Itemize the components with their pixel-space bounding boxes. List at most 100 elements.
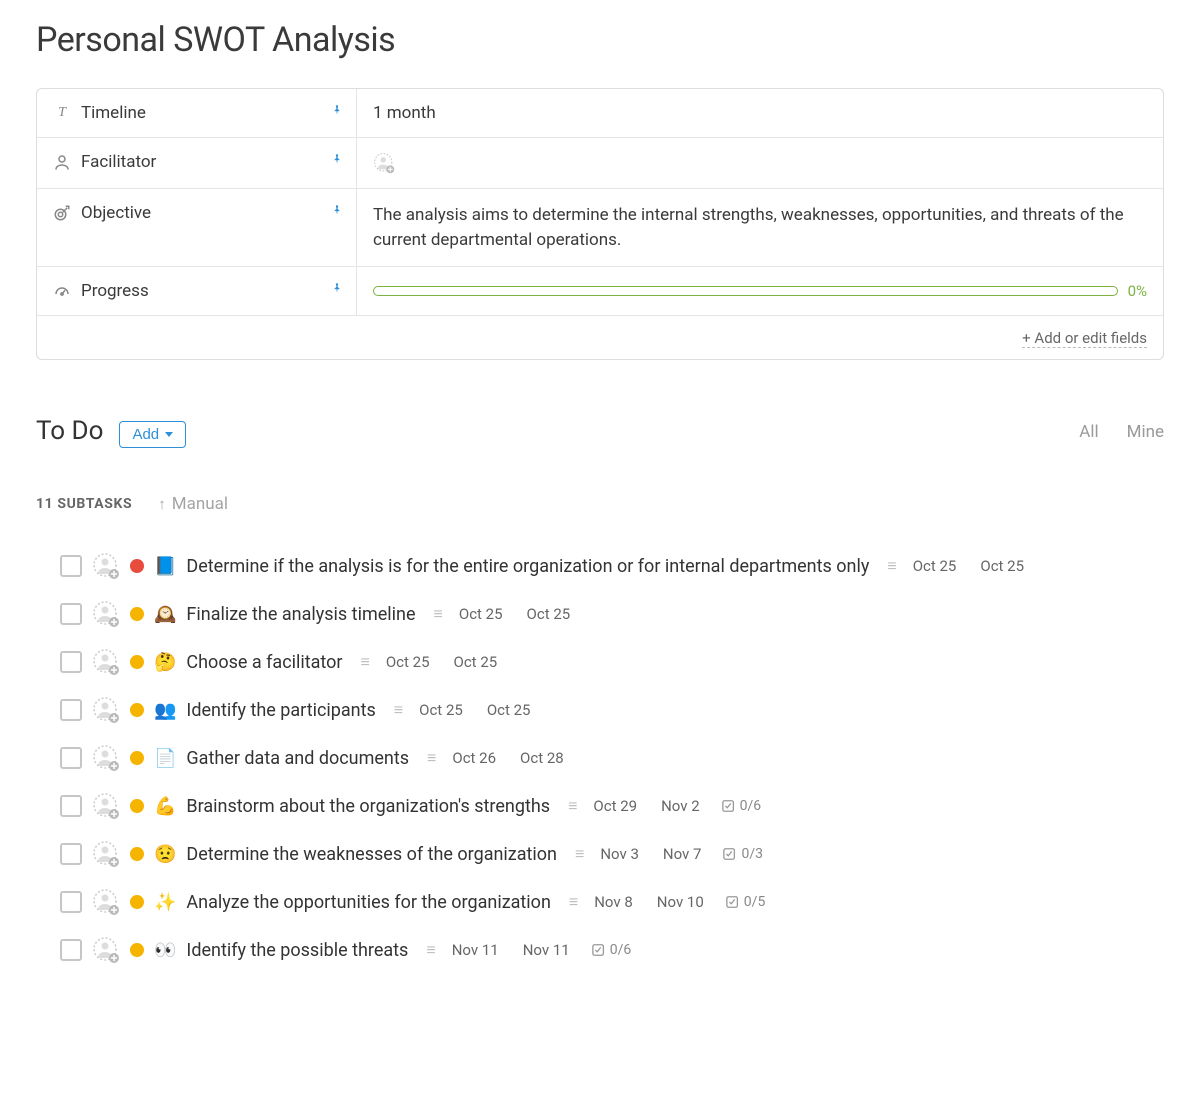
- assign-avatar-icon[interactable]: [92, 936, 120, 964]
- task-end-date[interactable]: Oct 25: [487, 701, 531, 719]
- task-checkbox[interactable]: [60, 795, 82, 817]
- pin-icon[interactable]: [330, 281, 344, 295]
- task-start-date[interactable]: Oct 25: [386, 653, 430, 671]
- task-start-date[interactable]: Nov 11: [452, 941, 499, 959]
- task-end-date[interactable]: Nov 7: [663, 845, 702, 863]
- progress-bar[interactable]: [373, 286, 1118, 296]
- task-start-date[interactable]: Nov 3: [600, 845, 639, 863]
- drag-handle-icon[interactable]: ≡: [361, 652, 368, 672]
- task-row[interactable]: 😟 Determine the weaknesses of the organiz…: [36, 830, 1164, 878]
- task-row[interactable]: 👀Identify the possible threats≡Nov 11Nov…: [36, 926, 1164, 974]
- priority-dot[interactable]: [130, 799, 144, 813]
- task-emoji: ✨: [154, 892, 176, 913]
- task-checkbox[interactable]: [60, 699, 82, 721]
- task-start-date[interactable]: Oct 26: [452, 749, 496, 767]
- checklist-count[interactable]: 0/5: [726, 894, 766, 910]
- task-title[interactable]: Finalize the analysis timeline: [186, 604, 415, 625]
- drag-handle-icon[interactable]: ≡: [568, 796, 575, 816]
- task-checkbox[interactable]: [60, 939, 82, 961]
- task-end-date[interactable]: Oct 28: [520, 749, 564, 767]
- task-end-date[interactable]: Oct 25: [454, 653, 498, 671]
- task-checkbox[interactable]: [60, 651, 82, 673]
- task-row[interactable]: 👥Identify the participants≡Oct 25Oct 25: [36, 686, 1164, 734]
- drag-handle-icon[interactable]: ≡: [575, 844, 582, 864]
- add-edit-fields-link[interactable]: + Add or edit fields: [1022, 329, 1147, 348]
- task-row[interactable]: 💪Brainstorm about the organization's str…: [36, 782, 1164, 830]
- task-checkbox[interactable]: [60, 603, 82, 625]
- priority-dot[interactable]: [130, 895, 144, 909]
- task-checkbox[interactable]: [60, 843, 82, 865]
- task-emoji: 😟: [154, 844, 176, 865]
- task-checkbox[interactable]: [60, 891, 82, 913]
- task-end-date[interactable]: Nov 10: [657, 893, 704, 911]
- checklist-count[interactable]: 0/6: [722, 798, 762, 814]
- drag-handle-icon[interactable]: ≡: [426, 940, 433, 960]
- drag-handle-icon[interactable]: ≡: [394, 700, 401, 720]
- priority-dot[interactable]: [130, 655, 144, 669]
- task-title[interactable]: Choose a facilitator: [186, 652, 342, 673]
- task-row[interactable]: 🤔Choose a facilitator≡Oct 25Oct 25: [36, 638, 1164, 686]
- task-title[interactable]: Determine the weaknesses of the organiza…: [186, 844, 557, 865]
- task-start-date[interactable]: Oct 25: [913, 557, 957, 575]
- task-title[interactable]: Analyze the opportunities for the organi…: [186, 892, 550, 913]
- task-row[interactable]: 📄Gather data and documents≡Oct 26Oct 28: [36, 734, 1164, 782]
- assign-avatar-icon[interactable]: [92, 840, 120, 868]
- task-start-date[interactable]: Oct 25: [419, 701, 463, 719]
- field-row-objective[interactable]: Objective The analysis aims to determine…: [37, 189, 1163, 267]
- pin-icon[interactable]: [330, 152, 344, 166]
- drag-handle-icon[interactable]: ≡: [887, 556, 894, 576]
- add-button[interactable]: Add: [119, 421, 186, 448]
- assign-avatar-icon[interactable]: [92, 552, 120, 580]
- filter-all[interactable]: All: [1079, 422, 1098, 442]
- drag-handle-icon[interactable]: ≡: [434, 604, 441, 624]
- priority-dot[interactable]: [130, 847, 144, 861]
- priority-dot[interactable]: [130, 943, 144, 957]
- task-row[interactable]: 🕰️Finalize the analysis timeline≡Oct 25O…: [36, 590, 1164, 638]
- priority-dot[interactable]: [130, 559, 144, 573]
- task-start-date[interactable]: Oct 29: [593, 797, 637, 815]
- field-row-facilitator[interactable]: Facilitator: [37, 138, 1163, 189]
- field-value[interactable]: 0%: [357, 267, 1163, 315]
- task-title[interactable]: Brainstorm about the organization's stre…: [186, 796, 550, 817]
- task-row[interactable]: 📘Determine if the analysis is for the en…: [36, 542, 1164, 590]
- drag-handle-icon[interactable]: ≡: [427, 748, 434, 768]
- checklist-count[interactable]: 0/3: [723, 846, 763, 862]
- task-end-date[interactable]: Oct 25: [527, 605, 571, 623]
- task-title[interactable]: Determine if the analysis is for the ent…: [186, 556, 869, 577]
- assign-avatar-icon[interactable]: [92, 600, 120, 628]
- assign-avatar-icon[interactable]: [92, 744, 120, 772]
- field-row-timeline[interactable]: T Timeline 1 month: [37, 89, 1163, 138]
- priority-dot[interactable]: [130, 607, 144, 621]
- assign-avatar-icon[interactable]: [373, 152, 395, 174]
- sort-selector[interactable]: ↑ Manual: [158, 494, 228, 514]
- drag-handle-icon[interactable]: ≡: [569, 892, 576, 912]
- task-end-date[interactable]: Oct 25: [980, 557, 1024, 575]
- field-value[interactable]: [357, 138, 1163, 188]
- task-start-date[interactable]: Nov 8: [594, 893, 633, 911]
- assign-avatar-icon[interactable]: [92, 792, 120, 820]
- task-row[interactable]: ✨ Analyze the opportunities for the organ…: [36, 878, 1164, 926]
- assign-avatar-icon[interactable]: [92, 696, 120, 724]
- filter-tabs: All Mine: [1079, 422, 1164, 442]
- priority-dot[interactable]: [130, 751, 144, 765]
- task-end-date[interactable]: Nov 2: [661, 797, 700, 815]
- pin-icon[interactable]: [330, 103, 344, 117]
- task-checkbox[interactable]: [60, 747, 82, 769]
- task-title[interactable]: Identify the possible threats: [186, 940, 408, 961]
- priority-dot[interactable]: [130, 703, 144, 717]
- field-value[interactable]: The analysis aims to determine the inter…: [357, 189, 1163, 266]
- assign-avatar-icon[interactable]: [92, 888, 120, 916]
- arrow-up-icon: ↑: [158, 495, 166, 513]
- pin-icon[interactable]: [330, 203, 344, 217]
- assign-avatar-icon[interactable]: [92, 648, 120, 676]
- task-checkbox[interactable]: [60, 555, 82, 577]
- field-name: Facilitator: [81, 152, 156, 172]
- task-title[interactable]: Identify the participants: [186, 700, 375, 721]
- task-title[interactable]: Gather data and documents: [186, 748, 409, 769]
- field-row-progress[interactable]: Progress 0%: [37, 267, 1163, 316]
- filter-mine[interactable]: Mine: [1127, 422, 1164, 442]
- task-start-date[interactable]: Oct 25: [459, 605, 503, 623]
- field-value[interactable]: 1 month: [357, 89, 1163, 137]
- task-end-date[interactable]: Nov 11: [523, 941, 570, 959]
- checklist-count[interactable]: 0/6: [592, 942, 632, 958]
